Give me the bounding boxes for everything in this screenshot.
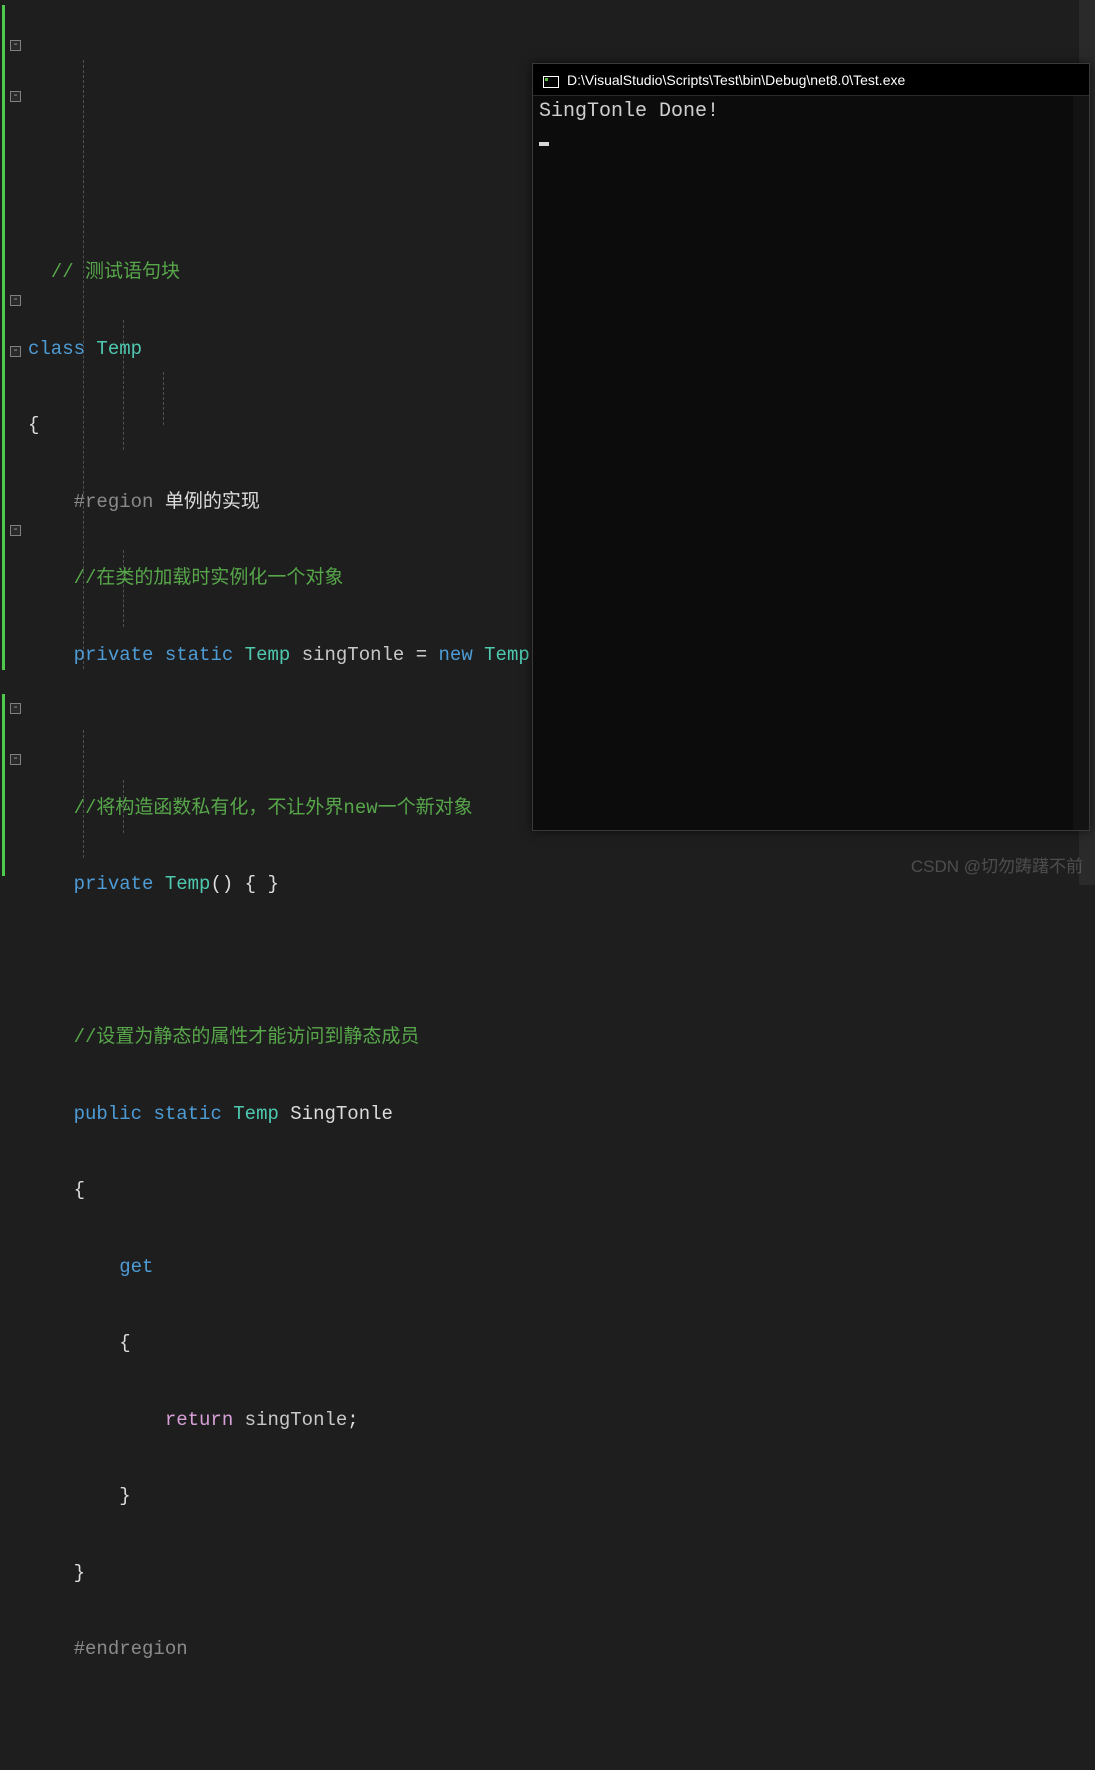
fold-gutter[interactable]: - - - - - - - bbox=[8, 0, 28, 885]
code-line: #endregion bbox=[28, 1637, 1095, 1663]
code-line: return singTonle; bbox=[28, 1408, 1095, 1434]
console-output: SingTonle Done! bbox=[533, 96, 1089, 158]
console-titlebar[interactable]: D:\VisualStudio\Scripts\Test\bin\Debug\n… bbox=[533, 64, 1089, 96]
console-scrollbar[interactable] bbox=[1073, 96, 1089, 830]
code-line: //设置为静态的属性才能访问到静态成员 bbox=[28, 1025, 1095, 1051]
console-window[interactable]: D:\VisualStudio\Scripts\Test\bin\Debug\n… bbox=[532, 63, 1090, 831]
code-line: { bbox=[28, 1178, 1095, 1204]
fold-box-icon[interactable]: - bbox=[10, 91, 21, 102]
fold-box-icon[interactable]: - bbox=[10, 40, 21, 51]
code-line: { bbox=[28, 1331, 1095, 1357]
cursor-icon bbox=[539, 142, 549, 146]
fold-box-icon[interactable]: - bbox=[10, 525, 21, 536]
fold-box-icon[interactable]: - bbox=[10, 295, 21, 306]
fold-box-icon[interactable]: - bbox=[10, 754, 21, 765]
code-line: get bbox=[28, 1255, 1095, 1281]
code-line: } bbox=[28, 1484, 1095, 1510]
change-bar bbox=[0, 0, 8, 885]
console-title: D:\VisualStudio\Scripts\Test\bin\Debug\n… bbox=[567, 72, 905, 88]
terminal-icon bbox=[543, 72, 559, 88]
fold-box-icon[interactable]: - bbox=[10, 346, 21, 357]
fold-box-icon[interactable]: - bbox=[10, 703, 21, 714]
code-line: } bbox=[28, 1561, 1095, 1587]
code-line: public static Temp SingTonle bbox=[28, 1102, 1095, 1128]
